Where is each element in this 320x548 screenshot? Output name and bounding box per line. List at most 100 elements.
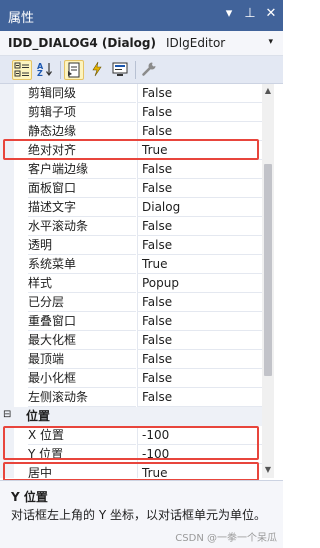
row-gutter [0,122,14,141]
property-value[interactable]: False [137,103,262,122]
property-row-clip-siblings[interactable]: 剪辑同级 False [0,84,262,103]
toolbar-separator [135,61,136,79]
property-name: 描述文字 [28,198,136,217]
property-row-center[interactable]: 居中 True [0,464,262,478]
property-value[interactable]: False [137,293,262,312]
chevron-down-icon[interactable]: ▾ [268,37,273,47]
description-pane: Y 位置 对话框左上角的 Y 坐标，以对话框单元为单位。 CSDN @一拳一个呆… [0,480,283,548]
property-row-layered[interactable]: 已分层 False [0,293,262,312]
row-gutter [0,103,14,122]
property-row-clip-children[interactable]: 剪辑子项 False [0,103,262,122]
row-gutter [0,426,14,445]
properties-icon[interactable] [64,60,84,80]
row-gutter [0,255,14,274]
property-row-style[interactable]: 样式 Popup [0,274,262,293]
row-gutter [0,179,14,198]
property-name: 左侧滚动条 [28,388,136,407]
property-value[interactable]: False [137,217,262,236]
pin-icon[interactable]: ⊥ [244,6,256,21]
property-row-y-position[interactable]: Y 位置 -100 [0,445,262,464]
row-gutter [0,464,14,478]
row-gutter [0,350,14,369]
property-row-absolute-align[interactable]: 绝对对齐 True [0,141,262,160]
property-name: 系统菜单 [28,255,136,274]
watermark: CSDN @一拳一个呆瓜 [175,533,277,544]
row-gutter [0,312,14,331]
property-value[interactable]: False [137,122,262,141]
property-name: 最大化框 [28,331,136,350]
property-value[interactable]: Popup [137,274,262,293]
categorized-icon[interactable] [12,60,32,80]
row-gutter [0,141,14,160]
property-row-static-edge[interactable]: 静态边缘 False [0,122,262,141]
property-row-transparent[interactable]: 透明 False [0,236,262,255]
property-value[interactable]: False [137,179,262,198]
description-text: 对话框左上角的 Y 坐标，以对话框单元为单位。 [11,508,266,522]
property-row-maximize-box[interactable]: 最大化框 False [0,331,262,350]
property-name: 样式 [28,274,136,293]
object-name: IDD_DIALOG4 (Dialog) [8,36,156,50]
row-gutter [0,236,14,255]
property-grid: 剪辑同级 False 剪辑子项 False 静态边缘 False 绝对对齐 Tr… [0,84,262,478]
events-icon[interactable] [88,60,108,80]
close-icon[interactable]: ✕ [265,6,277,21]
scroll-thumb[interactable] [264,164,272,376]
property-row-x-position[interactable]: X 位置 -100 [0,426,262,445]
title-buttons: ▾ ⊥ ✕ [223,6,277,21]
panel-title: 属性 [8,11,35,26]
property-name: 已分层 [28,293,136,312]
object-selector[interactable]: IDD_DIALOG4 (Dialog) IDlgEditor ▾ [0,31,283,56]
property-value[interactable]: False [137,84,262,103]
property-row-caption[interactable]: 描述文字 Dialog [0,198,262,217]
row-gutter [0,160,14,179]
property-name: 水平滚动条 [28,217,136,236]
dropdown-icon[interactable]: ▾ [223,6,235,21]
property-value[interactable]: True [137,255,262,274]
row-gutter [0,369,14,388]
property-value[interactable]: False [137,312,262,331]
vertical-scrollbar[interactable]: ▲ ▼ [262,84,274,478]
scroll-down-icon[interactable]: ▼ [263,464,273,476]
property-row-control-parent[interactable]: 面板窗口 False [0,179,262,198]
object-type: IDlgEditor [166,36,226,50]
messages-icon[interactable] [111,60,131,80]
property-row-horizontal-scrollbar[interactable]: 水平滚动条 False [0,217,262,236]
property-name: 最小化框 [28,369,136,388]
category-position[interactable]: ⊟ 位置 [0,407,262,426]
property-value[interactable]: False [137,388,262,407]
property-row-system-menu[interactable]: 系统菜单 True [0,255,262,274]
property-name: 客户端边缘 [28,160,136,179]
property-value[interactable]: False [137,369,262,388]
property-name: 面板窗口 [28,179,136,198]
property-value[interactable]: False [137,236,262,255]
row-gutter [0,274,14,293]
property-row-topmost[interactable]: 最顶端 False [0,350,262,369]
collapse-icon[interactable]: ⊟ [3,409,11,420]
alphabetical-icon[interactable]: A Z [36,60,56,80]
property-row-minimize-box[interactable]: 最小化框 False [0,369,262,388]
svg-text:Z: Z [37,69,43,77]
property-value[interactable]: True [137,141,262,160]
row-gutter [0,293,14,312]
property-value[interactable]: True [137,464,262,478]
property-pages-icon[interactable] [140,60,160,80]
row-gutter [0,388,14,407]
property-row-left-scrollbar[interactable]: 左侧滚动条 False [0,388,262,407]
scroll-up-icon[interactable]: ▲ [263,85,273,97]
property-value[interactable]: Dialog [137,198,262,217]
property-name: 居中 [28,464,136,478]
property-row-client-edge[interactable]: 客户端边缘 False [0,160,262,179]
property-name: 最顶端 [28,350,136,369]
property-name: 剪辑子项 [28,103,136,122]
property-name: X 位置 [28,426,136,445]
property-value[interactable]: False [137,350,262,369]
property-value[interactable]: -100 [137,426,262,445]
row-gutter [0,198,14,217]
property-row-overlapped-window[interactable]: 重叠窗口 False [0,312,262,331]
category-label: 位置 [26,409,51,423]
property-value[interactable]: False [137,331,262,350]
toolbar-separator [60,61,61,79]
property-value[interactable]: False [137,160,262,179]
property-name: 透明 [28,236,136,255]
property-value[interactable]: -100 [137,445,262,464]
